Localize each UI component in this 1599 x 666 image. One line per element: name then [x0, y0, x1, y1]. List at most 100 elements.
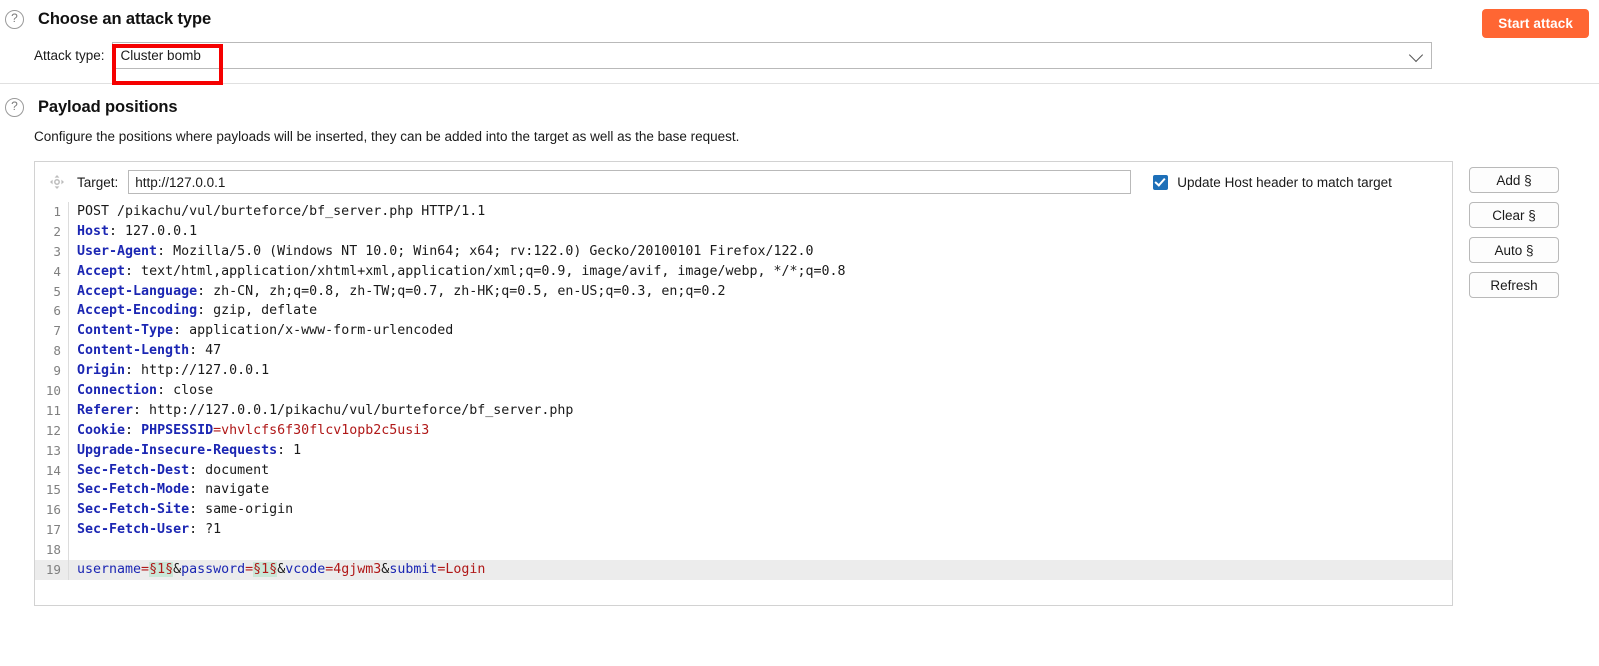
header-value: : application/x-www-form-urlencoded: [173, 323, 454, 339]
header-name: Referer: [77, 402, 134, 418]
code-line[interactable]: 2 Host: 127.0.0.1: [35, 221, 1452, 242]
start-attack-button[interactable]: Start attack: [1482, 9, 1589, 38]
code-line[interactable]: 13 Upgrade-Insecure-Requests: 1: [35, 440, 1452, 461]
code-line[interactable]: 8 Content-Length: 47: [35, 341, 1452, 362]
param-username-key: username: [77, 562, 142, 578]
header-value: : text/html,application/xhtml+xml,applic…: [125, 263, 846, 279]
code-line[interactable]: 17 Sec-Fetch-User: ?1: [35, 520, 1452, 541]
update-host-header-label: Update Host header to match target: [1177, 174, 1392, 190]
line-number: 11: [35, 400, 69, 421]
code-line[interactable]: 10 Connection: close: [35, 381, 1452, 401]
line-content: Host: 127.0.0.1: [69, 222, 197, 242]
line-number: 10: [35, 381, 69, 401]
line-number: 6: [35, 301, 69, 322]
line-content: Sec-Fetch-Mode: navigate: [69, 480, 269, 500]
header-name: Accept-Encoding: [77, 303, 198, 319]
header-value: : Mozilla/5.0 (Windows NT 10.0; Win64; x…: [157, 243, 814, 259]
line-content: POST /pikachu/vul/burteforce/bf_server.p…: [69, 202, 485, 222]
header-value: : 1: [277, 442, 302, 458]
cookie-name: PHPSESSID: [141, 422, 214, 438]
header-name: Upgrade-Insecure-Requests: [77, 442, 278, 458]
side-button-0[interactable]: Add §: [1469, 167, 1559, 193]
header-value: : zh-CN, zh;q=0.8, zh-TW;q=0.7, zh-HK;q=…: [197, 283, 726, 299]
question-mark-icon[interactable]: ?: [5, 98, 24, 117]
equals: =: [141, 562, 150, 578]
line-number: 5: [35, 281, 69, 302]
line-content: Accept: text/html,application/xhtml+xml,…: [69, 262, 846, 282]
attack-type-title: Choose an attack type: [38, 10, 212, 28]
cookie-value: =vhvlcfs6f30flcv1opb2c5usi3: [213, 422, 430, 438]
line-number: 7: [35, 321, 69, 342]
header-value: : gzip, deflate: [197, 303, 318, 319]
line-number: 15: [35, 480, 69, 501]
code-line[interactable]: 3 User-Agent: Mozilla/5.0 (Windows NT 10.…: [35, 241, 1452, 262]
header-name: Sec-Fetch-Dest: [77, 462, 190, 478]
code-line[interactable]: 14 Sec-Fetch-Dest: document: [35, 460, 1452, 481]
header-name: User-Agent: [77, 243, 158, 259]
code-line[interactable]: 1 POST /pikachu/vul/burteforce/bf_server.…: [35, 202, 1452, 222]
payload-positions-heading-row: ? Payload positions: [0, 98, 1599, 117]
param-submit-key: submit: [389, 562, 438, 578]
chevron-down-icon: [1408, 47, 1424, 62]
line-number: 9: [35, 361, 69, 382]
ampersand: &: [173, 562, 182, 578]
request-editor-panel: Target: Update Host header to match targ…: [34, 161, 1453, 606]
line-content: Cookie: PHPSESSID=vhvlcfs6f30flcv1opb2c5…: [69, 421, 429, 441]
line-content: Accept-Language: zh-CN, zh;q=0.8, zh-TW;…: [69, 282, 725, 302]
param-vcode-value: =4gjwm3: [325, 562, 382, 578]
header-name: Accept-Language: [77, 283, 198, 299]
header-value: : 47: [189, 343, 222, 359]
payload-positions-body: Target: Update Host header to match targ…: [0, 161, 1599, 606]
header-value: : http://127.0.0.1/pikachu/vul/burteforc…: [133, 402, 574, 418]
code-line[interactable]: 4 Accept: text/html,application/xhtml+xml…: [35, 261, 1452, 282]
code-line[interactable]: 12 Cookie: PHPSESSID=vhvlcfs6f30flcv1opb2…: [35, 420, 1452, 441]
header-value: : http://127.0.0.1: [125, 363, 270, 379]
line-number: 2: [35, 221, 69, 242]
request-code-view[interactable]: 1 POST /pikachu/vul/burteforce/bf_server.…: [35, 202, 1452, 580]
line-content: username=§1§&password=§1§&vcode=4gjwm3&s…: [69, 560, 485, 580]
code-line[interactable]: 9 Origin: http://127.0.0.1: [35, 361, 1452, 382]
line-number: 19: [35, 560, 69, 580]
payload-marker-buttons: Add § Clear § Auto § Refresh: [1469, 161, 1559, 298]
line-number: 18: [35, 540, 69, 561]
header-value: : 127.0.0.1: [109, 223, 198, 239]
code-line-body[interactable]: 19 username=§1§&password=§1§&vcode=4gjwm3…: [35, 560, 1452, 580]
attack-type-section: ? Choose an attack type Attack type: Clu…: [0, 0, 1599, 85]
payload-positions-title: Payload positions: [38, 98, 178, 116]
line-number: 4: [35, 261, 69, 282]
target-input[interactable]: [128, 170, 1132, 194]
line-number: 13: [35, 440, 69, 461]
side-button-1[interactable]: Clear §: [1469, 202, 1559, 228]
code-line[interactable]: 18: [35, 540, 1452, 561]
move-handle-icon[interactable]: [49, 174, 65, 190]
code-line[interactable]: 16 Sec-Fetch-Site: same-origin: [35, 500, 1452, 521]
update-host-header-option[interactable]: Update Host header to match target: [1153, 174, 1392, 190]
header-name: Content-Type: [77, 323, 174, 339]
code-line[interactable]: 6 Accept-Encoding: gzip, deflate: [35, 301, 1452, 322]
header-value: : document: [189, 462, 270, 478]
param-vcode-key: vcode: [285, 562, 326, 578]
param-password-key: password: [181, 562, 246, 578]
side-button-2[interactable]: Auto §: [1469, 237, 1559, 263]
line-number: 1: [35, 202, 69, 222]
line-content: Origin: http://127.0.0.1: [69, 361, 269, 381]
header-name: Sec-Fetch-Site: [77, 502, 190, 518]
code-line[interactable]: 11 Referer: http://127.0.0.1/pikachu/vul/…: [35, 400, 1452, 421]
line-number: 16: [35, 500, 69, 521]
header-name: Content-Length: [77, 343, 190, 359]
side-button-3[interactable]: Refresh: [1469, 272, 1559, 298]
code-line[interactable]: 5 Accept-Language: zh-CN, zh;q=0.8, zh-TW…: [35, 281, 1452, 302]
line-number: 12: [35, 420, 69, 441]
header-name: Cookie: [77, 422, 126, 438]
line-content: User-Agent: Mozilla/5.0 (Windows NT 10.0…: [69, 242, 814, 262]
header-name: Origin: [77, 363, 126, 379]
payload-marker-1: §1§: [149, 562, 174, 578]
line-content: Content-Type: application/x-www-form-url…: [69, 321, 453, 341]
attack-type-dropdown[interactable]: Cluster bomb: [111, 42, 1432, 69]
question-mark-icon[interactable]: ?: [5, 10, 24, 29]
code-line[interactable]: 7 Content-Type: application/x-www-form-ur…: [35, 321, 1452, 342]
header-value: : same-origin: [189, 502, 294, 518]
update-host-header-checkbox[interactable]: [1153, 174, 1169, 190]
code-line[interactable]: 15 Sec-Fetch-Mode: navigate: [35, 480, 1452, 501]
line-content: Accept-Encoding: gzip, deflate: [69, 301, 317, 321]
